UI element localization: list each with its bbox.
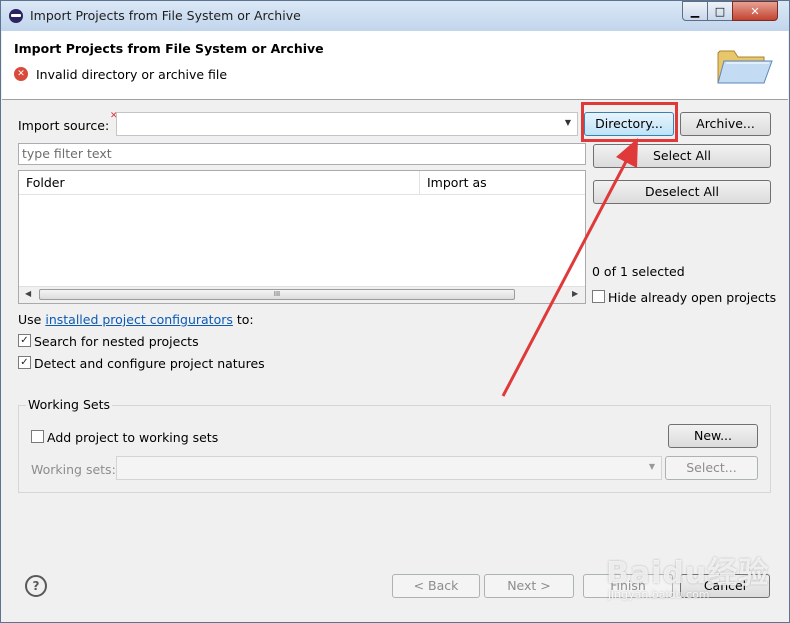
window-title: Import Projects from File System or Arch… [30, 8, 301, 23]
minimize-button[interactable]: ▁ [682, 1, 708, 21]
watermark-logo: Baidu经验 [606, 556, 770, 591]
nested-projects-checkbox[interactable]: ✓ [18, 334, 31, 347]
working-sets-dropdown-icon[interactable]: ▼ [649, 462, 655, 471]
error-message: Invalid directory or archive file [36, 67, 228, 82]
use-suffix: to: [236, 312, 254, 327]
scroll-thumb[interactable]: III [39, 289, 515, 300]
import-source-label: Import source: [18, 118, 110, 133]
import-source-combo[interactable]: ▼ [116, 112, 578, 136]
add-to-working-sets-checkbox[interactable] [31, 430, 44, 443]
configurators-text: Use installed project configurators to: [18, 312, 254, 327]
use-prefix: Use [18, 312, 42, 327]
eclipse-app-icon [9, 9, 23, 23]
dropdown-arrow-icon[interactable]: ▼ [565, 118, 571, 127]
help-icon[interactable]: ? [25, 575, 47, 597]
title-bar: Import Projects from File System or Arch… [1, 1, 789, 31]
selection-count: 0 of 1 selected [592, 264, 685, 279]
working-sets-combo[interactable]: ▼ [116, 456, 662, 480]
configurators-link[interactable]: installed project configurators [45, 312, 233, 327]
horizontal-scrollbar[interactable]: ◀ III ▶ [19, 286, 585, 303]
watermark-url: jingyan.baidu.com [608, 588, 710, 601]
archive-button[interactable]: Archive... [680, 112, 771, 136]
hide-open-label: Hide already open projects [608, 290, 777, 305]
projects-table[interactable]: Folder Import as ◀ III ▶ [18, 170, 586, 304]
scroll-left-icon[interactable]: ◀ [25, 289, 31, 298]
back-button[interactable]: < Back [392, 574, 480, 598]
filter-input[interactable]: type filter text [18, 143, 586, 165]
new-working-set-button[interactable]: New... [668, 424, 758, 448]
add-to-working-sets-label: Add project to working sets [47, 430, 219, 445]
wizard-header: Import Projects from File System or Arch… [2, 31, 788, 100]
select-all-button[interactable]: Select All [593, 144, 771, 168]
detect-natures-label: Detect and configure project natures [34, 356, 265, 371]
highlight-box [581, 102, 678, 142]
open-folder-icon [717, 50, 773, 84]
wizard-title: Import Projects from File System or Arch… [14, 41, 324, 56]
detect-natures-checkbox[interactable]: ✓ [18, 356, 31, 369]
column-folder[interactable]: Folder [19, 171, 420, 195]
nested-projects-label: Search for nested projects [34, 334, 199, 349]
error-icon: ✕ [14, 67, 28, 81]
working-sets-label: Working sets: [31, 462, 116, 477]
scroll-right-icon[interactable]: ▶ [572, 289, 578, 298]
next-button[interactable]: Next > [484, 574, 574, 598]
column-import-as[interactable]: Import as [420, 171, 585, 195]
close-button[interactable]: ✕ [732, 1, 778, 21]
deselect-all-button[interactable]: Deselect All [593, 180, 771, 204]
hide-open-checkbox[interactable] [592, 290, 605, 303]
select-working-sets-button[interactable]: Select... [665, 456, 758, 480]
working-sets-title: Working Sets [26, 397, 112, 412]
maximize-button[interactable]: □ [707, 1, 733, 21]
